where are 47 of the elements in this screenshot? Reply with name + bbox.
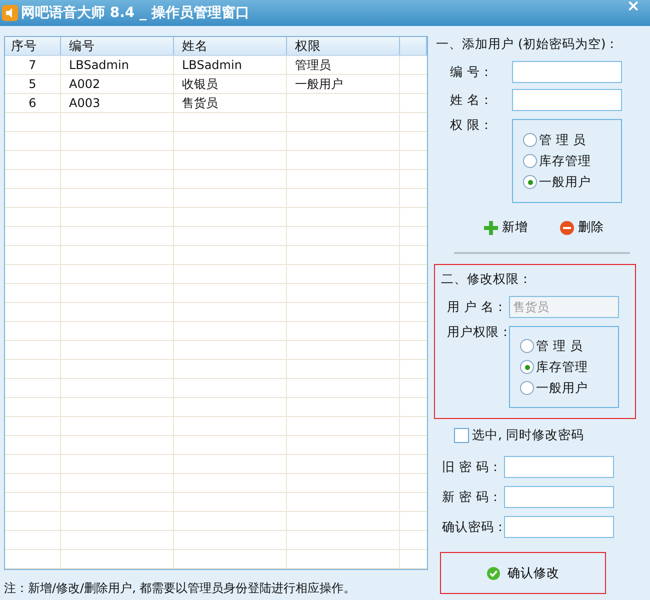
input-field[interactable]: [504, 516, 614, 538]
table-cell: 管理员: [287, 56, 400, 74]
field-label: 权 限：: [450, 117, 494, 134]
checkbox[interactable]: [454, 428, 469, 443]
table-cell: 7: [5, 56, 61, 74]
field-label: 用户权限：: [447, 324, 505, 341]
plus-icon: [484, 220, 498, 234]
field-label: 编 号：: [450, 64, 494, 80]
add-button[interactable]: 新增: [484, 219, 528, 236]
input-field[interactable]: [504, 486, 614, 508]
radio-button[interactable]: [523, 175, 537, 189]
input-field[interactable]: [512, 89, 622, 111]
column-header[interactable]: 序号: [5, 37, 61, 55]
table-cell: 5: [5, 75, 61, 93]
input-field[interactable]: [512, 61, 622, 83]
column-header[interactable]: 编号: [61, 37, 174, 55]
table-cell: LBSadmin: [61, 56, 174, 74]
table-cell: 一般用户: [287, 75, 400, 93]
window-title: 网吧语音大师 8.4 _ 操作员管理窗口: [21, 4, 250, 22]
column-header[interactable]: 姓名: [174, 37, 287, 55]
minus-icon: [560, 220, 574, 234]
field-label: 确认密码：: [442, 518, 500, 536]
section-title: 一、添加用户 (初始密码为空) :: [436, 36, 615, 53]
field-label: 新 密 码：: [442, 488, 500, 506]
field-label: 旧 密 码：: [442, 458, 500, 476]
column-header[interactable]: 权限: [287, 37, 400, 55]
radio-button[interactable]: [523, 154, 537, 168]
table-cell: A003: [61, 94, 174, 112]
table-cell: 收银员: [174, 75, 287, 93]
radio-option[interactable]: 一般用户: [523, 174, 621, 190]
checkbox-option[interactable]: 选中, 同时修改密码: [454, 427, 636, 444]
confirm-button[interactable]: 确认修改: [440, 552, 606, 594]
table-cell: 6: [5, 94, 61, 112]
field-label: 用 户 名：: [447, 298, 505, 316]
input-field[interactable]: [504, 456, 614, 478]
radio-option[interactable]: 管 理 员: [523, 132, 621, 148]
table-cell: LBSadmin: [174, 56, 287, 74]
table-cell: A002: [61, 75, 174, 93]
delete-button[interactable]: 删除: [560, 219, 604, 236]
radio-button[interactable]: [523, 133, 537, 147]
table-cell: 售货员: [174, 94, 287, 112]
note-text: 注：新增/修改/删除用户, 都需要以管理员身份登陆进行相应操作。: [4, 580, 357, 597]
radio-option[interactable]: 库存管理: [523, 152, 621, 170]
section-title: 二、修改权限：: [441, 271, 533, 288]
check-icon: [486, 566, 500, 580]
field-label: 姓 名：: [450, 92, 494, 108]
app-icon: [2, 5, 18, 21]
